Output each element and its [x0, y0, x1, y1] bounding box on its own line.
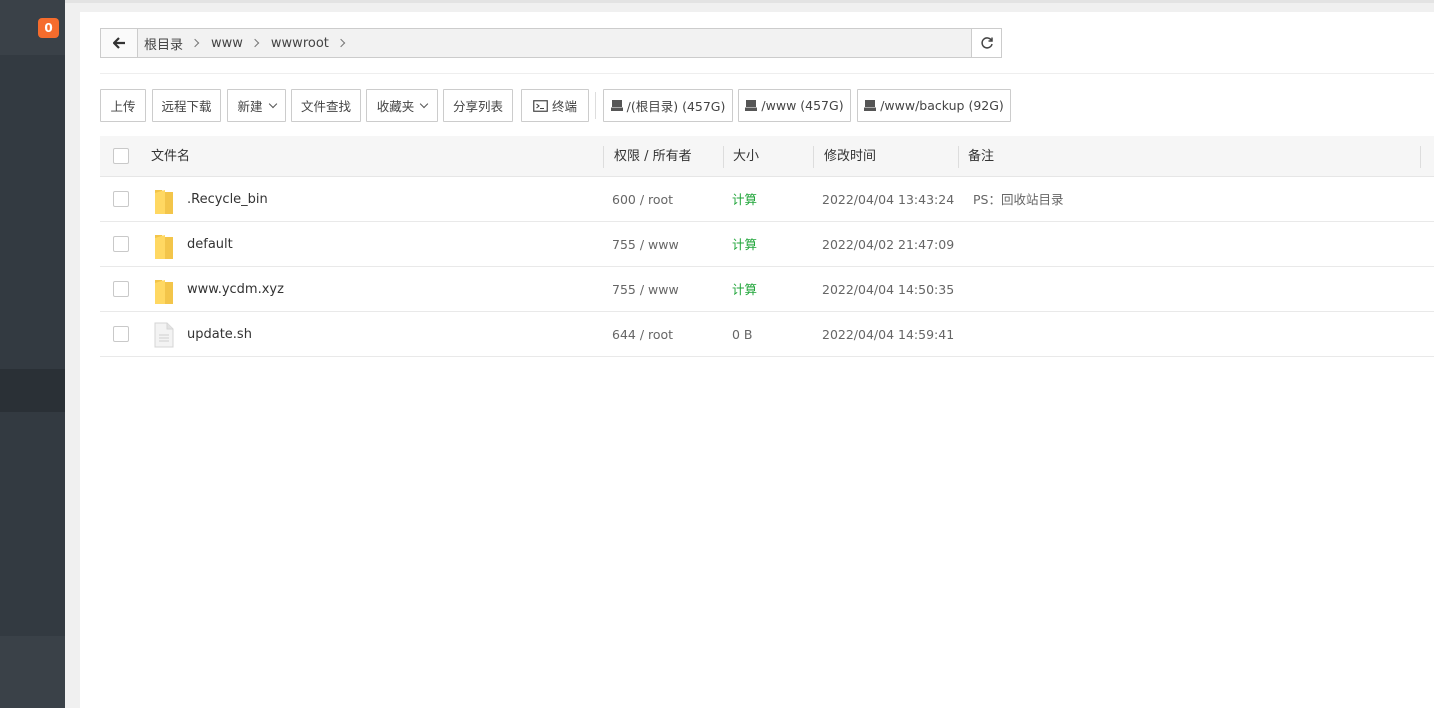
hard-disk-icon [745, 100, 758, 111]
disk-root-label: /(根目录) (457G) [626, 99, 726, 114]
toolbar-divider [595, 92, 596, 119]
chevron-right-icon [190, 38, 200, 48]
file-mtime: 2022/04/04 13:43:24 [822, 192, 955, 207]
header-size[interactable]: 大小 [733, 136, 759, 177]
path-bar: 根目录 www wwwroot [100, 28, 1002, 58]
share-list-label: 分享列表 [452, 99, 503, 114]
file-search-button[interactable]: 文件查找 [291, 89, 361, 122]
select-all-checkbox[interactable] [113, 148, 129, 164]
folder-icon [155, 235, 173, 259]
column-divider [603, 146, 604, 168]
refresh-button[interactable] [971, 28, 1002, 58]
file-permission[interactable]: 755 / www [612, 267, 679, 312]
hard-disk-icon [864, 100, 877, 111]
chevron-right-icon [250, 38, 260, 48]
favorites-dropdown-button[interactable]: 收藏夹 [366, 89, 438, 122]
header-note[interactable]: 备注 [968, 136, 994, 177]
breadcrumb-wwwroot[interactable]: wwwroot [271, 36, 329, 51]
row-checkbox[interactable] [113, 236, 129, 252]
file-name[interactable]: update.sh [187, 312, 252, 357]
terminal-label: 终端 [551, 99, 577, 114]
file-permission[interactable]: 755 / www [612, 222, 679, 267]
table-row[interactable]: .Recycle_bin 600 / root 计算 2022/04/04 13… [100, 177, 1434, 222]
table-row[interactable]: default 755 / www 计算 2022/04/02 21:47:09 [100, 222, 1434, 267]
sidebar: 0 [0, 0, 65, 708]
table-row[interactable]: update.sh 644 / root 0 B 2022/04/04 14:5… [100, 312, 1434, 357]
folder-icon [155, 190, 173, 214]
top-strip [0, 0, 1434, 3]
sidebar-header: 0 [0, 0, 65, 55]
chevron-right-icon [336, 38, 346, 48]
header-mtime[interactable]: 修改时间 [824, 136, 876, 177]
row-checkbox[interactable] [113, 326, 129, 342]
header-filename[interactable]: 文件名 [151, 136, 190, 177]
new-label: 新建 [237, 99, 263, 114]
file-mtime: 2022/04/02 21:47:09 [822, 237, 955, 252]
arrow-left-icon [112, 37, 125, 49]
new-dropdown-button[interactable]: 新建 [227, 89, 286, 122]
remote-download-label: 远程下载 [161, 99, 212, 114]
notification-badge[interactable]: 0 [38, 18, 59, 38]
file-name[interactable]: .Recycle_bin [187, 177, 268, 222]
file-size[interactable]: 计算 [732, 267, 757, 312]
sidebar-footer [0, 636, 65, 708]
upload-label: 上传 [110, 99, 136, 114]
file-permission[interactable]: 644 / root [612, 312, 673, 357]
terminal-button[interactable]: 终端 [521, 89, 589, 122]
file-size[interactable]: 计算 [732, 177, 757, 222]
file-mtime: 2022/04/04 14:59:41 [822, 327, 955, 342]
file-note[interactable]: PS：回收站目录 [973, 177, 1063, 222]
breadcrumb: 根目录 www wwwroot [138, 29, 1001, 57]
breadcrumb-www[interactable]: www [211, 36, 243, 51]
column-divider [813, 146, 814, 168]
table-header: 文件名 权限 / 所有者 大小 修改时间 备注 [100, 136, 1434, 177]
header-permission[interactable]: 权限 / 所有者 [614, 136, 692, 177]
file-manager-panel: 根目录 www wwwroot 上传 远程下载 新建 文件查找 收藏夹 分享列表 [80, 12, 1434, 708]
hard-disk-icon [610, 100, 623, 111]
file-size: 0 B [732, 327, 753, 342]
disk-www-button[interactable]: /www (457G) [738, 89, 851, 122]
table-row[interactable]: www.ycdm.xyz 755 / www 计算 2022/04/04 14:… [100, 267, 1434, 312]
row-checkbox[interactable] [113, 191, 129, 207]
divider [100, 73, 1434, 74]
chevron-down-icon [420, 99, 429, 108]
share-list-button[interactable]: 分享列表 [443, 89, 513, 122]
file-permission[interactable]: 600 / root [612, 177, 673, 222]
disk-www-label: /www (457G) [761, 98, 844, 113]
file-search-label: 文件查找 [300, 99, 351, 114]
file-mtime: 2022/04/04 14:50:35 [822, 282, 955, 297]
folder-icon [155, 280, 173, 304]
file-name[interactable]: default [187, 222, 233, 267]
breadcrumb-root[interactable]: 根目录 [144, 34, 183, 53]
sidebar-item-active[interactable] [0, 369, 65, 412]
disk-root-button[interactable]: /(根目录) (457G) [603, 89, 733, 122]
column-divider [958, 146, 959, 168]
file-icon [154, 322, 174, 348]
refresh-icon [980, 37, 993, 49]
row-checkbox[interactable] [113, 281, 129, 297]
column-divider [1420, 146, 1421, 168]
favorites-label: 收藏夹 [376, 99, 415, 114]
file-size[interactable]: 计算 [732, 222, 757, 267]
terminal-icon [533, 99, 548, 112]
back-button[interactable] [101, 29, 138, 57]
disk-backup-button[interactable]: /www/backup (92G) [857, 89, 1011, 122]
column-divider [723, 146, 724, 168]
remote-download-button[interactable]: 远程下载 [152, 89, 221, 122]
disk-backup-label: /www/backup (92G) [880, 98, 1004, 113]
chevron-down-icon [268, 99, 277, 108]
file-name[interactable]: www.ycdm.xyz [187, 267, 284, 312]
upload-button[interactable]: 上传 [100, 89, 146, 122]
